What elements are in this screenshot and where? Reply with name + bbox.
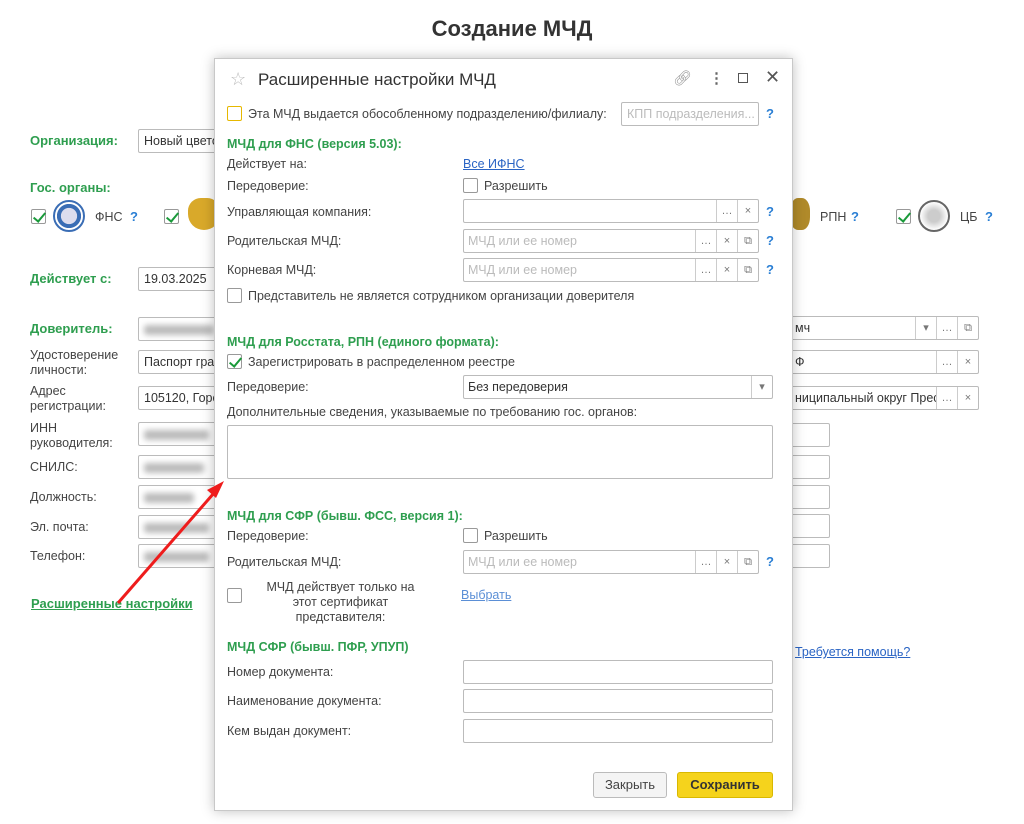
annotation-arrow <box>116 481 224 604</box>
arrow-head <box>207 481 224 498</box>
arrow-line <box>116 492 216 604</box>
